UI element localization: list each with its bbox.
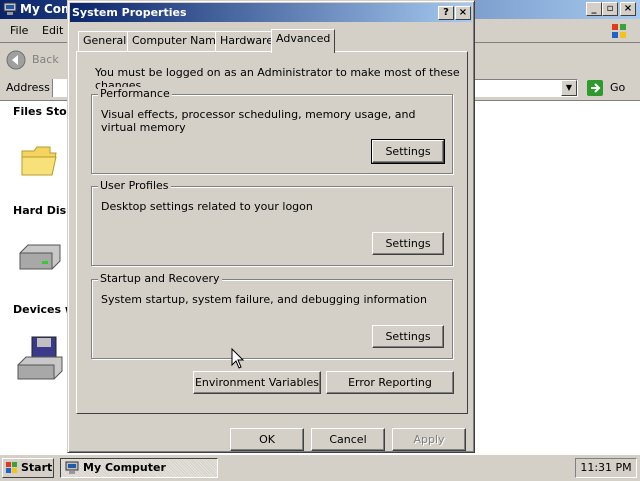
taskbar-item-label: My Computer [83,461,166,474]
startup-recovery-settings-button[interactable]: Settings [372,325,444,348]
advanced-tab-panel: You must be logged on as an Administrato… [76,51,468,414]
system-properties-dialog: System Properties ? × General Computer N… [67,0,475,453]
tab-general[interactable]: General [78,31,132,51]
performance-label: Performance [98,87,172,100]
go-button[interactable]: Go [584,79,636,97]
ok-button[interactable]: OK [230,428,304,451]
minimize-button[interactable]: _ [586,2,602,16]
startup-recovery-label: Startup and Recovery [98,272,222,285]
startup-recovery-group: Startup and Recovery System startup, sys… [91,272,453,359]
taskbar: Start My Computer 11:31 PM [0,454,640,481]
folder-icon[interactable] [20,141,58,179]
address-icon [52,79,67,97]
dialog-title-bar[interactable]: System Properties ? × [70,3,472,22]
help-button[interactable]: ? [438,6,454,20]
maximize-button[interactable]: ▫ [602,2,618,16]
windows-flag-icon [6,462,17,473]
dialog-title: System Properties [72,6,187,19]
user-profiles-label: User Profiles [98,179,171,192]
go-label: Go [610,81,626,94]
address-dropdown-button[interactable]: ▼ [561,80,577,96]
dialog-close-button[interactable]: × [455,6,471,20]
startup-recovery-description: System startup, system failure, and debu… [101,293,427,306]
back-button[interactable]: Back [4,49,64,71]
taskbar-my-computer[interactable]: My Computer [60,458,218,478]
go-arrow-icon [587,80,603,96]
back-label: Back [32,53,59,66]
start-label: Start [21,461,53,474]
performance-settings-button[interactable]: Settings [371,139,445,164]
error-reporting-button[interactable]: Error Reporting [326,371,454,394]
section-devices: Devices w [13,303,76,316]
windows-logo-icon [612,24,626,38]
section-files-stored: Files Stor [13,105,73,118]
menu-edit[interactable]: Edit [42,24,63,37]
close-button[interactable]: × [620,2,636,16]
hard-disk-icon[interactable] [16,241,64,275]
performance-group: Performance Visual effects, processor sc… [91,87,453,174]
address-input[interactable]: ▼ [470,79,578,97]
tab-computer-name[interactable]: Computer Name [127,31,228,51]
floppy-drive-icon[interactable] [16,335,64,381]
user-profiles-settings-button[interactable]: Settings [372,232,444,255]
user-profiles-group: User Profiles Desktop settings related t… [91,179,453,266]
computer-icon [65,461,79,474]
performance-description: Visual effects, processor scheduling, me… [101,108,416,134]
menu-file[interactable]: File [10,24,28,37]
mouse-cursor-icon [231,348,245,369]
tab-hardware[interactable]: Hardware [215,31,279,51]
user-profiles-description: Desktop settings related to your logon [101,200,313,213]
environment-variables-button[interactable]: Environment Variables [193,371,321,394]
system-tray-clock[interactable]: 11:31 PM [575,458,637,478]
cancel-button[interactable]: Cancel [311,428,385,451]
computer-icon [3,2,17,15]
back-arrow-icon [6,50,26,70]
tab-advanced[interactable]: Advanced [271,29,336,53]
section-hard-disk: Hard Disk [13,204,74,217]
address-label: Address [6,81,50,94]
apply-button[interactable]: Apply [392,428,466,451]
start-button[interactable]: Start [2,458,54,478]
